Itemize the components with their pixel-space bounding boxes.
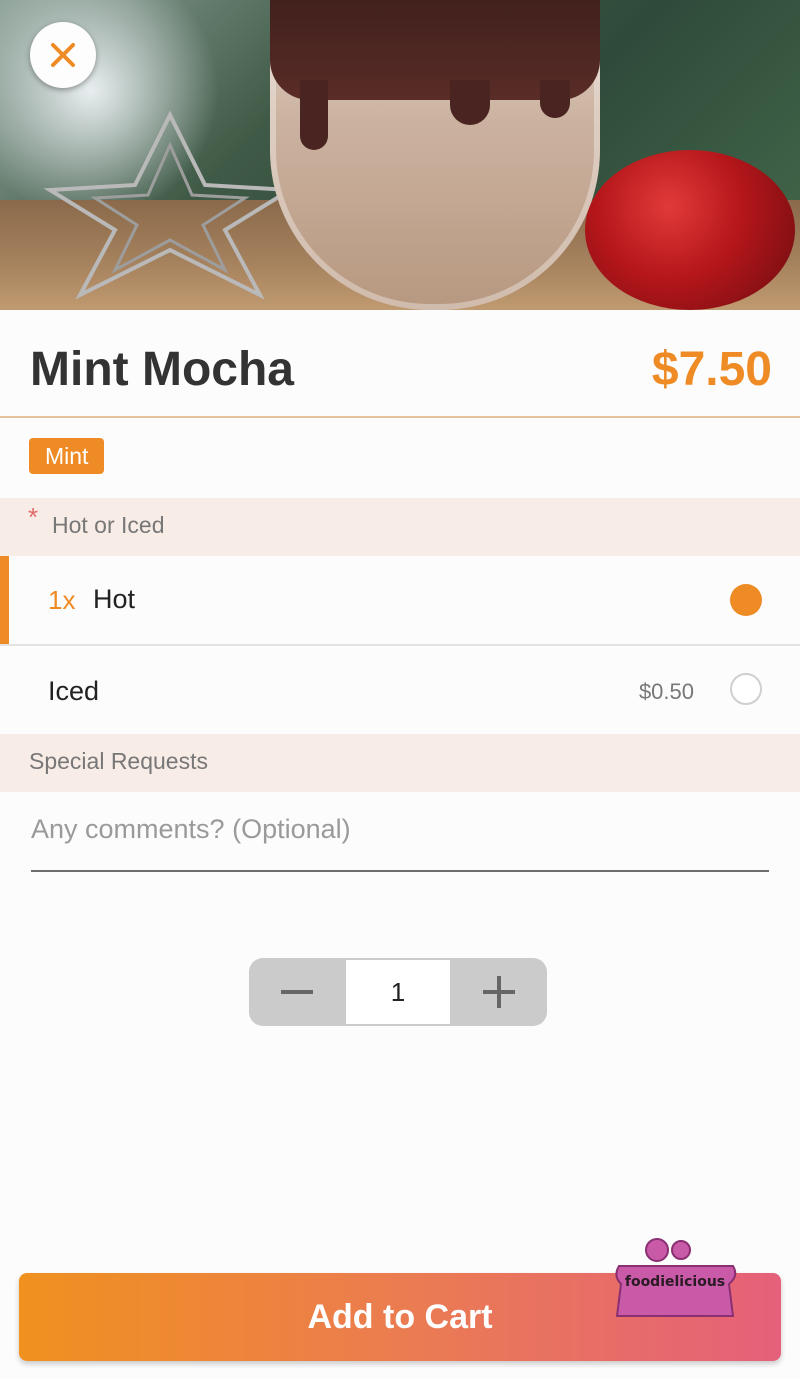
quantity-stepper: 1: [249, 958, 547, 1026]
options-section-title: Hot or Iced: [52, 512, 165, 538]
foodielicious-watermark-logo: foodielicious: [615, 1238, 737, 1317]
minus-icon: [281, 990, 313, 994]
option-price: $0.50: [638, 679, 694, 704]
hero-chocolate-drip: [300, 80, 328, 150]
close-icon: [51, 43, 75, 67]
item-name: Mint Mocha: [30, 343, 294, 396]
hero-chocolate-drip: [540, 80, 570, 118]
option-quantity-prefix: 1x: [48, 585, 76, 615]
increase-quantity-button[interactable]: [451, 958, 547, 1026]
quantity-value[interactable]: 1: [346, 960, 450, 1024]
item-price: $7.50: [651, 343, 772, 396]
hero-red-ornament: [585, 150, 795, 310]
decrease-quantity-button[interactable]: [249, 958, 345, 1026]
comments-input[interactable]: [31, 800, 769, 858]
selected-indicator-bar: [0, 556, 9, 644]
options-section-header: * Hot or Iced: [0, 498, 800, 556]
radio-selected[interactable]: [730, 584, 762, 616]
option-label: Hot: [93, 584, 136, 614]
option-hot[interactable]: 1x Hot: [0, 556, 800, 646]
required-marker: *: [28, 502, 39, 532]
close-button[interactable]: [30, 22, 96, 88]
comments-field[interactable]: [31, 800, 769, 872]
special-requests-title: Special Requests: [29, 748, 208, 774]
special-requests-header: Special Requests: [0, 734, 800, 792]
option-iced[interactable]: Iced $0.50: [0, 646, 800, 734]
option-label: Iced: [48, 676, 100, 706]
plus-icon: [483, 976, 515, 1008]
svg-text:foodielicious: foodielicious: [625, 1274, 725, 1290]
item-header: Mint Mocha $7.50: [0, 310, 800, 418]
radio-unselected[interactable]: [730, 673, 762, 705]
flavor-tag: Mint: [29, 438, 105, 474]
hero-chocolate-drip: [450, 80, 490, 125]
hero-drink-photo: [0, 0, 800, 310]
